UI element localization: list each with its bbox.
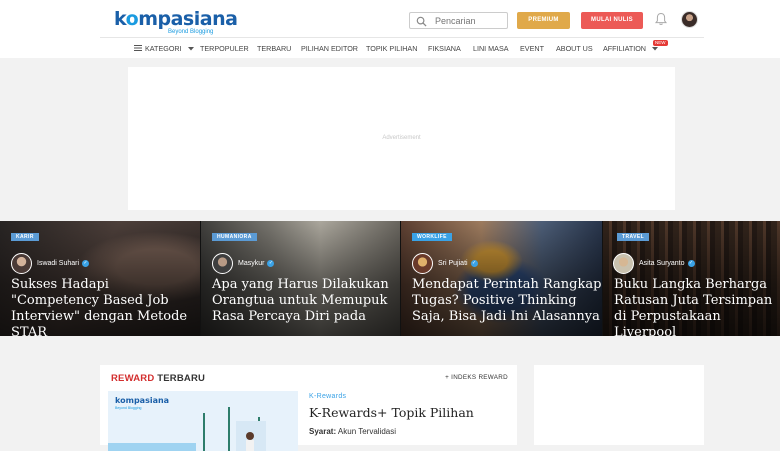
caret-down-icon xyxy=(652,47,658,51)
nav-item-topik-pilihan[interactable]: TOPIK PILIHAN xyxy=(366,44,417,53)
hamburger-icon xyxy=(134,45,142,51)
author-name: Iswadi Suhari xyxy=(37,259,80,267)
verified-icon: ✓ xyxy=(267,259,275,267)
author[interactable]: Masykur ✓ xyxy=(212,252,275,274)
logo-text-o: o xyxy=(125,8,139,30)
reward-index-link[interactable]: + INDEKS REWARD xyxy=(445,374,508,381)
section-heading: REWARD TERBARU xyxy=(111,373,205,384)
featured-card[interactable]: WORKLIFE Sri Pujiati ✓ Mendapat Perintah… xyxy=(401,221,602,336)
search-input[interactable] xyxy=(435,14,505,27)
category-label[interactable]: WORKLIFE xyxy=(412,233,452,241)
article-title[interactable]: Apa yang Harus Dilakukan Orangtua untuk … xyxy=(212,277,400,325)
article-title[interactable]: Buku Langka Berharga Ratusan Juta Tersim… xyxy=(614,277,780,336)
category-label[interactable]: KARIR xyxy=(11,233,39,241)
logo-text: k xyxy=(114,8,126,30)
caret-down-icon xyxy=(187,47,194,51)
requirement-value: Akun Tervalidasi xyxy=(336,427,397,436)
category-label[interactable]: HUMANIORA xyxy=(212,233,257,241)
thumb-illustration xyxy=(108,407,266,451)
advertisement-slot[interactable]: Advertisement xyxy=(128,67,675,210)
author-avatar xyxy=(412,252,433,274)
sidebar-box xyxy=(534,365,704,445)
author[interactable]: Asita Suryanto ✓ xyxy=(613,252,695,274)
author-avatar xyxy=(11,252,32,274)
author-avatar xyxy=(613,252,634,274)
kompasiana-logo[interactable]: kompasiana Beyond Blogging xyxy=(114,8,238,36)
author-avatar xyxy=(212,252,233,274)
featured-card[interactable]: HUMANIORA Masykur ✓ Apa yang Harus Dilak… xyxy=(201,221,400,336)
nav-item-event[interactable]: EVENT xyxy=(520,44,544,53)
nav-label: KATEGORI xyxy=(145,44,182,53)
main-nav: KATEGORI TERPOPULER TERBARU PILIHAN EDIT… xyxy=(100,37,704,57)
reward-requirement: Syarat: Akun Tervalidasi xyxy=(309,427,396,436)
nav-item-terbaru[interactable]: TERBARU xyxy=(257,44,291,53)
search-box[interactable] xyxy=(409,12,508,29)
verified-icon: ✓ xyxy=(82,259,90,267)
premium-button[interactable]: PREMIUM xyxy=(517,12,570,29)
author-name: Sri Pujiati xyxy=(438,259,468,267)
featured-card[interactable]: TRAVEL Asita Suryanto ✓ Buku Langka Berh… xyxy=(603,221,780,336)
nav-label: AFFILIATION xyxy=(603,44,646,53)
nav-item-terpopuler[interactable]: TERPOPULER xyxy=(200,44,249,53)
heading-rest: TERBARU xyxy=(154,373,206,384)
user-avatar[interactable] xyxy=(681,11,698,28)
article-title[interactable]: Mendapat Perintah Rangkap Tugas? Positiv… xyxy=(412,277,602,325)
search-icon xyxy=(416,16,427,27)
featured-strip: KARIR Iswadi Suhari ✓ Sukses Hadapi "Com… xyxy=(0,221,780,336)
verified-icon: ✓ xyxy=(687,259,695,267)
article-title[interactable]: Sukses Hadapi "Competency Based Job Inte… xyxy=(11,277,200,336)
featured-card[interactable]: KARIR Iswadi Suhari ✓ Sukses Hadapi "Com… xyxy=(0,221,200,336)
nav-item-fiksiana[interactable]: FIKSIANA xyxy=(428,44,461,53)
verified-icon: ✓ xyxy=(470,259,478,267)
nav-item-pilihan-editor[interactable]: PILIHAN EDITOR xyxy=(301,44,358,53)
reward-thumbnail[interactable]: kompasiana Beyond Blogging xyxy=(108,391,298,451)
logo-text-rest: mpasiana xyxy=(138,8,238,30)
advertisement-label: Advertisement xyxy=(382,135,421,141)
bell-icon[interactable] xyxy=(655,12,667,26)
requirement-label: Syarat: xyxy=(309,427,337,436)
start-writing-button[interactable]: MULAI NULIS xyxy=(581,12,643,29)
nav-item-affiliation[interactable]: AFFILIATION xyxy=(603,44,658,53)
category-label[interactable]: TRAVEL xyxy=(617,233,650,241)
nav-item-about-us[interactable]: ABOUT US xyxy=(556,44,593,53)
reward-section: REWARD TERBARU + INDEKS REWARD kompasian… xyxy=(100,365,517,451)
nav-item-lini-masa[interactable]: LINI MASA xyxy=(473,44,509,53)
author[interactable]: Iswadi Suhari ✓ xyxy=(11,252,90,274)
new-badge: NEW xyxy=(653,40,668,46)
author[interactable]: Sri Pujiati ✓ xyxy=(412,252,478,274)
author-name: Asita Suryanto xyxy=(639,259,685,267)
author-name: Masykur xyxy=(238,259,265,267)
reward-category[interactable]: K-Rewards xyxy=(309,393,346,400)
nav-item-kategori[interactable]: KATEGORI xyxy=(134,44,194,53)
heading-red: REWARD xyxy=(111,373,155,384)
reward-title[interactable]: K-Rewards+ Topik Pilihan xyxy=(309,405,474,420)
